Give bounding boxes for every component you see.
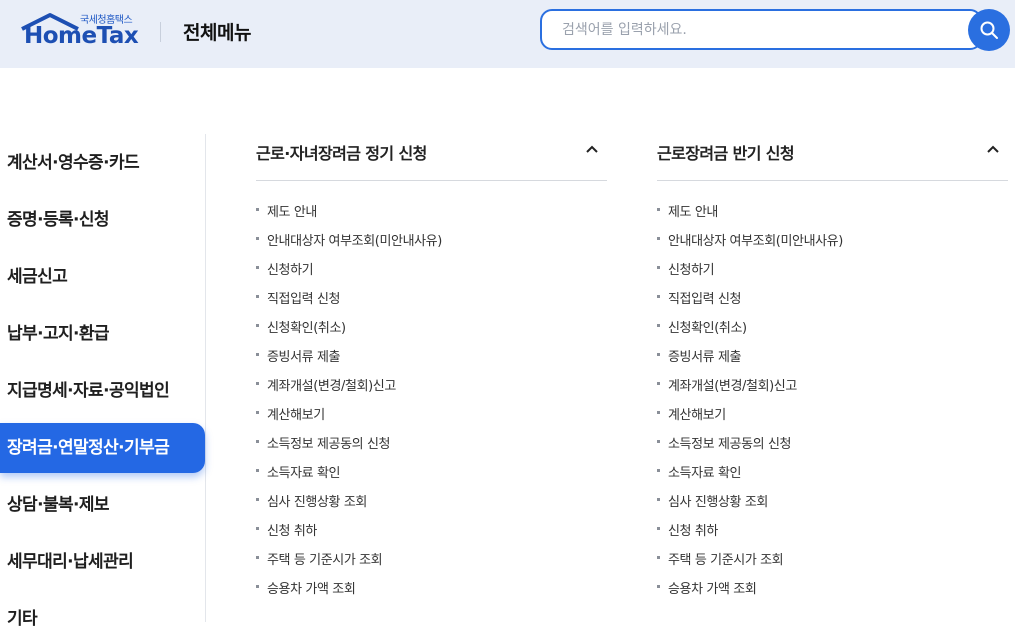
- sidebar-nav: 계산서·영수증·카드 증명·등록·신청 세금신고 납부·고지·환급 지급명세·자…: [0, 134, 206, 629]
- bullet-icon: [256, 527, 259, 530]
- sidebar-item-tax-return[interactable]: 세금신고: [0, 252, 205, 302]
- link-label: 승용차 가액 조회: [668, 582, 757, 597]
- link-label: 제도 안내: [668, 205, 718, 220]
- section-title: 근로·자녀장려금 정기 신청: [256, 144, 427, 163]
- bullet-icon: [657, 498, 660, 501]
- chevron-up-icon[interactable]: [986, 142, 1000, 156]
- bullet-icon: [657, 266, 660, 269]
- link-label: 신청 취하: [668, 524, 718, 539]
- sidebar-item-payment[interactable]: 납부·고지·환급: [0, 309, 205, 359]
- header-divider: [160, 22, 161, 42]
- page-title: 전체메뉴: [183, 22, 251, 44]
- bullet-icon: [657, 440, 660, 443]
- link-label: 신청확인(취소): [267, 321, 346, 336]
- search-button[interactable]: [968, 9, 1010, 51]
- bullet-icon: [256, 411, 259, 414]
- bullet-icon: [657, 411, 660, 414]
- bullet-icon: [256, 498, 259, 501]
- bullet-icon: [657, 382, 660, 385]
- link-label: 신청하기: [668, 263, 715, 278]
- link-label: 직접입력 신청: [668, 292, 742, 307]
- sidebar-item-incentives[interactable]: 장려금·연말정산·기부금: [0, 423, 205, 473]
- bullet-icon: [657, 556, 660, 559]
- bullet-icon: [657, 353, 660, 356]
- section-header[interactable]: 근로장려금 반기 신청: [657, 134, 1008, 181]
- bullet-icon: [256, 440, 259, 443]
- bullet-icon: [256, 237, 259, 240]
- bullet-icon: [256, 324, 259, 327]
- link-label: 안내대상자 여부조회(미안내사유): [267, 234, 442, 249]
- link-label: 소득정보 제공동의 신청: [267, 437, 391, 452]
- hometax-logo[interactable]: 국세청홈택스 HomeTax: [20, 10, 140, 50]
- top-header: 국세청홈택스 HomeTax 전체메뉴: [0, 0, 1015, 68]
- bullet-icon: [657, 324, 660, 327]
- bullet-icon: [256, 556, 259, 559]
- sidebar-item-consultation[interactable]: 상담·불복·제보: [0, 480, 205, 530]
- bullet-icon: [657, 208, 660, 211]
- bullet-icon: [657, 585, 660, 588]
- link-label: 계좌개설(변경/철회)신고: [267, 379, 396, 394]
- bullet-icon: [256, 585, 259, 588]
- link-label: 계산해보기: [267, 408, 325, 423]
- sidebar-item-statements[interactable]: 지급명세·자료·공익법인: [0, 366, 205, 416]
- link-label: 안내대상자 여부조회(미안내사유): [668, 234, 843, 249]
- bullet-icon: [657, 295, 660, 298]
- link-label: 신청확인(취소): [668, 321, 747, 336]
- bullet-icon: [256, 208, 259, 211]
- bullet-icon: [256, 295, 259, 298]
- bullet-icon: [657, 469, 660, 472]
- section-header[interactable]: 근로·자녀장려금 정기 신청: [256, 134, 607, 181]
- bullet-icon: [256, 469, 259, 472]
- sidebar-item-invoices[interactable]: 계산서·영수증·카드: [0, 138, 205, 188]
- link-label: 증빙서류 제출: [668, 350, 742, 365]
- link-label: 신청하기: [267, 263, 314, 278]
- link-label: 소득정보 제공동의 신청: [668, 437, 792, 452]
- link-label: 직접입력 신청: [267, 292, 341, 307]
- link-label: 승용차 가액 조회: [267, 582, 356, 597]
- link-label: 소득자료 확인: [668, 466, 742, 481]
- sidebar-item-etc[interactable]: 기타: [0, 594, 205, 644]
- search-icon: [980, 21, 998, 39]
- link-label: 소득자료 확인: [267, 466, 341, 481]
- bullet-icon: [657, 237, 660, 240]
- bullet-icon: [256, 266, 259, 269]
- search-input[interactable]: [540, 9, 982, 50]
- bullet-icon: [657, 527, 660, 530]
- link-label: 심사 진행상황 조회: [668, 495, 768, 510]
- sidebar-item-certificates[interactable]: 증명·등록·신청: [0, 195, 205, 245]
- bullet-icon: [256, 382, 259, 385]
- link-label: 제도 안내: [267, 205, 317, 220]
- logo-wordmark: HomeTax: [24, 23, 139, 49]
- link-label: 주택 등 기준시가 조회: [668, 553, 784, 568]
- sidebar-item-tax-agent[interactable]: 세무대리·납세관리: [0, 537, 205, 587]
- link-label: 증빙서류 제출: [267, 350, 341, 365]
- link-label: 주택 등 기준시가 조회: [267, 553, 383, 568]
- link-label: 신청 취하: [267, 524, 317, 539]
- link-label: 계산해보기: [668, 408, 726, 423]
- section-title: 근로장려금 반기 신청: [657, 144, 795, 163]
- link-label: 계좌개설(변경/철회)신고: [668, 379, 797, 394]
- link-label: 심사 진행상황 조회: [267, 495, 367, 510]
- chevron-up-icon[interactable]: [585, 142, 599, 156]
- bullet-icon: [256, 353, 259, 356]
